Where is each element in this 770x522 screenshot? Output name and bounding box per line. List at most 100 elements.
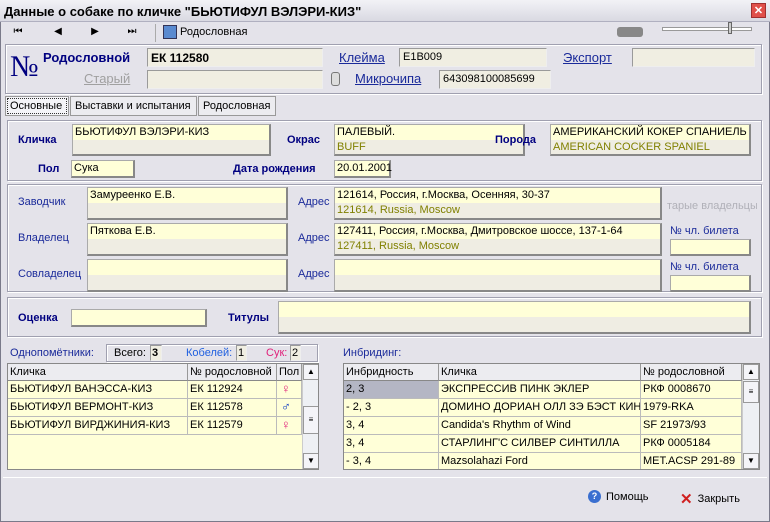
table-cell[interactable]: РКФ 0008670: [641, 381, 742, 399]
footer-divider: [3, 477, 767, 478]
table-cell[interactable]: SF 21973/93: [641, 417, 742, 435]
color-label: Окрас: [287, 134, 321, 146]
table-cell[interactable]: РКФ 0005184: [641, 435, 742, 453]
table-cell[interactable]: ЕК 112924: [188, 381, 277, 399]
window-title: Данные о собаке по кличке "БЬЮТИФУЛ ВЭЛЭ…: [0, 0, 770, 22]
littermates-label: Однопомётники:: [10, 347, 94, 359]
number-sign-icon: №: [10, 50, 39, 83]
table-cell[interactable]: 3, 4: [344, 435, 439, 453]
tab-main[interactable]: Основные: [5, 96, 69, 116]
owner-member-field[interactable]: [670, 239, 751, 256]
scroll-down-icon[interactable]: ▼: [743, 453, 759, 469]
coowner-member-label: № чл. билета: [670, 261, 739, 273]
name-en-value: [73, 139, 269, 154]
table-cell[interactable]: ДОМИНО ДОРИАН ОЛЛ ЗЭ БЭСТ КИНГ: [439, 399, 641, 417]
pedigree-label: Родословной: [43, 50, 131, 65]
littermates-table[interactable]: Кличка № родословной Пол БЬЮТИФУЛ ВАНЭСС…: [7, 363, 319, 470]
help-button[interactable]: ? Помощь: [588, 490, 649, 503]
titles-field[interactable]: [278, 301, 751, 334]
export-link[interactable]: Экспорт: [563, 50, 612, 65]
scroll-thumb[interactable]: ≡: [303, 406, 318, 434]
export-field[interactable]: [632, 48, 755, 67]
close-window-button[interactable]: ✕: [751, 3, 766, 18]
tab-pedigree[interactable]: Родословная: [198, 96, 276, 116]
table-cell[interactable]: Candida's Rhythm of Wind: [439, 417, 641, 435]
col-header-name[interactable]: Кличка: [439, 364, 641, 381]
prev-record-button[interactable]: ◀: [48, 26, 68, 37]
old-pedigree-field[interactable]: [147, 70, 323, 89]
col-header-pedigree[interactable]: № родословной: [641, 364, 742, 381]
table-cell[interactable]: СТАРЛИНГ'С СИЛВЕР СИНТИЛЛА: [439, 435, 641, 453]
name-label: Кличка: [18, 134, 57, 146]
table-cell[interactable]: ЕК 112579: [188, 417, 277, 435]
inbreeding-scrollbar[interactable]: ▲ ≡ ▼: [742, 364, 759, 469]
microchip-link[interactable]: Микрочипа: [355, 71, 421, 86]
dob-label: Дата рождения: [233, 163, 316, 175]
female-icon[interactable]: ♀: [277, 381, 302, 399]
table-cell[interactable]: 3, 4: [344, 417, 439, 435]
breed-field[interactable]: АМЕРИКАНСКИЙ КОКЕР СПАНИЕЛЬ AMERICAN COCK…: [550, 124, 751, 156]
pedigree-number-field[interactable]: ЕК 112580: [147, 48, 323, 67]
dob-field[interactable]: 20.01.2001: [334, 160, 392, 178]
owner-field[interactable]: Пяткова Е.В.: [87, 223, 288, 256]
coowner-member-field[interactable]: [670, 275, 751, 292]
old-owners-button[interactable]: тарые владельцы: [667, 200, 757, 212]
scroll-thumb[interactable]: ≡: [743, 381, 759, 403]
name-value: БЬЮТИФУЛ ВЭЛЭРИ-КИЗ: [73, 125, 269, 140]
sex-field[interactable]: Сука: [71, 160, 135, 178]
col-header-pedigree[interactable]: № родословной: [188, 364, 277, 381]
name-field[interactable]: БЬЮТИФУЛ ВЭЛЭРИ-КИЗ: [72, 124, 271, 156]
col-header-name[interactable]: Кличка: [8, 364, 188, 381]
table-cell[interactable]: Mazsolahazi Ford: [439, 453, 641, 469]
breeder-address-label: Адрес: [298, 196, 330, 208]
table-cell[interactable]: - 2, 3: [344, 399, 439, 417]
male-icon[interactable]: ♂: [277, 399, 302, 417]
coowner-label: Совладелец: [18, 268, 82, 280]
breeder-address-field[interactable]: 121614, Россия, г.Москва, Осенняя, 30-37…: [334, 187, 662, 220]
last-record-button[interactable]: ⏭: [122, 26, 142, 37]
scroll-down-icon[interactable]: ▼: [303, 453, 318, 469]
grade-field[interactable]: [71, 309, 207, 327]
first-record-button[interactable]: ⏮: [8, 26, 28, 37]
opacity-slider[interactable]: [662, 27, 752, 31]
table-cell[interactable]: 1979-RKA: [641, 399, 742, 417]
close-x-icon: ✕: [680, 491, 693, 508]
inbreeding-table[interactable]: Инбридность Кличка № родословной 2, 3 ЭКС…: [343, 363, 760, 470]
table-cell[interactable]: 2, 3: [344, 381, 439, 399]
coowner-address-field[interactable]: [334, 259, 662, 292]
col-header-inbreeding[interactable]: Инбридность: [344, 364, 439, 381]
old-pedigree-link[interactable]: Старый: [84, 71, 130, 86]
close-button[interactable]: ✕ Закрыть: [680, 490, 740, 508]
col-header-sex[interactable]: Пол: [277, 364, 302, 381]
clip-icon[interactable]: [331, 72, 340, 86]
toolbar-separator: [155, 24, 156, 42]
breeder-address-en-value: 121614, Russia, Moscow: [335, 203, 660, 218]
table-cell[interactable]: ЭКСПРЕССИВ ПИНК ЭКЛЕР: [439, 381, 641, 399]
brand-field[interactable]: E1B009: [399, 48, 547, 67]
table-cell[interactable]: MET.ACSP 291-89: [641, 453, 742, 469]
pedigree-toolbar-button[interactable]: Родословная: [163, 25, 247, 39]
breeder-label: Заводчик: [18, 196, 66, 208]
microchip-field[interactable]: 643098100085699: [439, 70, 551, 89]
table-cell[interactable]: БЬЮТИФУЛ ВЕРМОНТ-КИЗ: [8, 399, 188, 417]
slider-thumb[interactable]: [728, 22, 732, 34]
brand-link[interactable]: Клейма: [339, 50, 385, 65]
table-cell[interactable]: - 3, 4: [344, 453, 439, 469]
next-record-button[interactable]: ▶: [85, 26, 105, 37]
scroll-up-icon[interactable]: ▲: [303, 364, 318, 380]
table-cell[interactable]: БЬЮТИФУЛ ВАНЭССА-КИЗ: [8, 381, 188, 399]
owner-address-field[interactable]: 127411, Россия, г.Москва, Дмитровское шо…: [334, 223, 662, 256]
owner-address-en-value: 127411, Russia, Moscow: [335, 239, 660, 254]
tab-shows[interactable]: Выставки и испытания: [70, 96, 197, 116]
scroll-up-icon[interactable]: ▲: [743, 364, 759, 380]
female-icon[interactable]: ♀: [277, 417, 302, 435]
inbreeding-label: Инбридинг:: [343, 347, 402, 359]
breeder-field[interactable]: Замуреенко Е.В.: [87, 187, 288, 220]
coowner-field[interactable]: [87, 259, 288, 292]
owner-address-label: Адрес: [298, 232, 330, 244]
littermates-scrollbar[interactable]: ▲ ≡ ▼: [302, 364, 318, 469]
table-cell[interactable]: БЬЮТИФУЛ ВИРДЖИНИЯ-КИЗ: [8, 417, 188, 435]
pin-icon[interactable]: [617, 27, 643, 37]
total-count: 3: [150, 345, 162, 361]
table-cell[interactable]: ЕК 112578: [188, 399, 277, 417]
